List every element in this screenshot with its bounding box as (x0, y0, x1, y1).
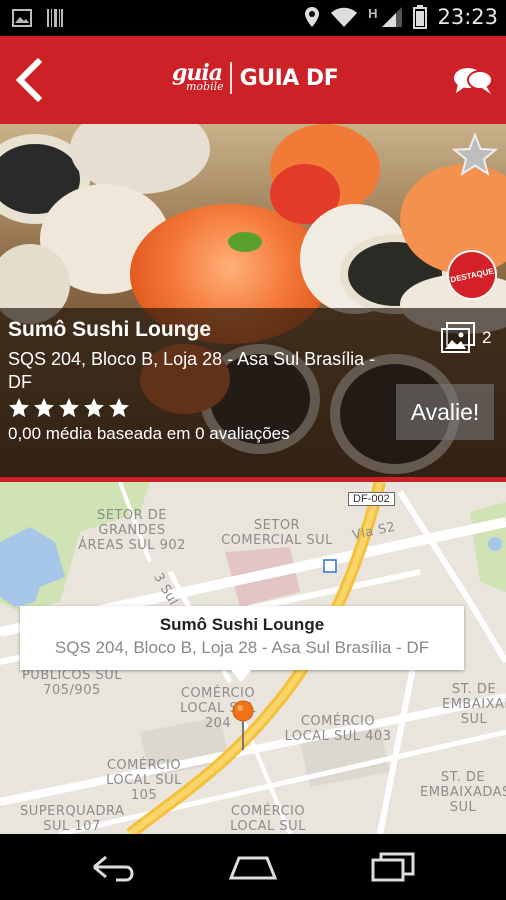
pond-area (488, 537, 502, 551)
signal-icon (382, 7, 403, 27)
image-icon (12, 9, 32, 27)
info-window-pointer (231, 670, 251, 682)
rating-stars (8, 397, 130, 419)
back-arrow-icon[interactable] (10, 58, 50, 102)
metro-station-icon (323, 559, 337, 573)
clock: 23:23 (437, 5, 498, 29)
battery-icon (413, 5, 428, 29)
logo-mobile-text: mobile (186, 80, 224, 93)
rice-shape (70, 124, 210, 194)
rating-star-icon (84, 398, 104, 418)
rate-button[interactable]: Avalie! (396, 384, 494, 440)
status-bar: H 23:23 (0, 0, 506, 36)
map-label-sqs-107: SUPERQUADRA SUL 107 (20, 804, 125, 834)
map-label-scs: SETOR COMERCIAL SUL (221, 518, 333, 548)
app-logo: guia mobile GUIA DF (172, 62, 339, 94)
map-info-window[interactable]: Sumô Sushi Lounge SQS 204, Bloco B, Loja… (20, 606, 464, 670)
road-label-df002: DF-002 (348, 492, 395, 506)
info-window-address: SQS 204, Bloco B, Loja 28 - Asa Sul Bras… (54, 638, 430, 657)
home-icon[interactable] (225, 850, 281, 884)
back-icon[interactable] (86, 850, 142, 884)
map-pin-icon[interactable] (231, 700, 255, 752)
rating-star-icon (9, 398, 29, 418)
map-label-cls: COMÉRCIO LOCAL SUL (230, 804, 306, 834)
recent-apps-icon[interactable] (365, 850, 421, 884)
map-label-publicos-sul: PÚBLICOS SUL 705/905 (21, 668, 123, 698)
wifi-icon (331, 7, 358, 27)
place-name: Sumô Sushi Lounge (8, 318, 211, 341)
place-address: SQS 204, Bloco B, Loja 28 - Asa Sul Bras… (8, 349, 376, 392)
network-type-label: H (368, 5, 378, 21)
map-label-cls-105: COMÉRCIO LOCAL SUL 105 (106, 758, 182, 803)
rating-star-icon (34, 398, 54, 418)
info-window-title: Sumô Sushi Lounge (159, 615, 325, 634)
map-label-embaixadas-1: ST. DE EMBAIXADAS SUL (442, 682, 506, 727)
gallery-icon (441, 322, 475, 353)
photos-count: 2 (482, 328, 492, 347)
location-icon (305, 7, 320, 27)
barcode-icon (47, 9, 63, 27)
app-bar: guia mobile GUIA DF (0, 36, 506, 124)
map-label-sgas-902: SETOR DE GRANDES ÁREAS SUL 902 (78, 508, 186, 553)
rating-summary: 0,00 média baseada em 0 avaliações (8, 424, 290, 443)
city-title: GUIA DF (239, 65, 339, 91)
rating-star-icon (59, 398, 79, 418)
system-nav-bar (0, 834, 506, 900)
map-label-embaixadas-2: ST. DE EMBAIXADAS SUL (420, 770, 506, 815)
map-label-cls-403: COMÉRCIO LOCAL SUL 403 (284, 714, 392, 744)
logo-divider (229, 62, 232, 94)
rating-star-icon (109, 398, 129, 418)
garnish-shape (228, 232, 262, 252)
chat-icon[interactable] (452, 66, 494, 96)
favorite-star-icon[interactable] (452, 132, 498, 178)
photos-button[interactable]: 2 (440, 322, 491, 354)
